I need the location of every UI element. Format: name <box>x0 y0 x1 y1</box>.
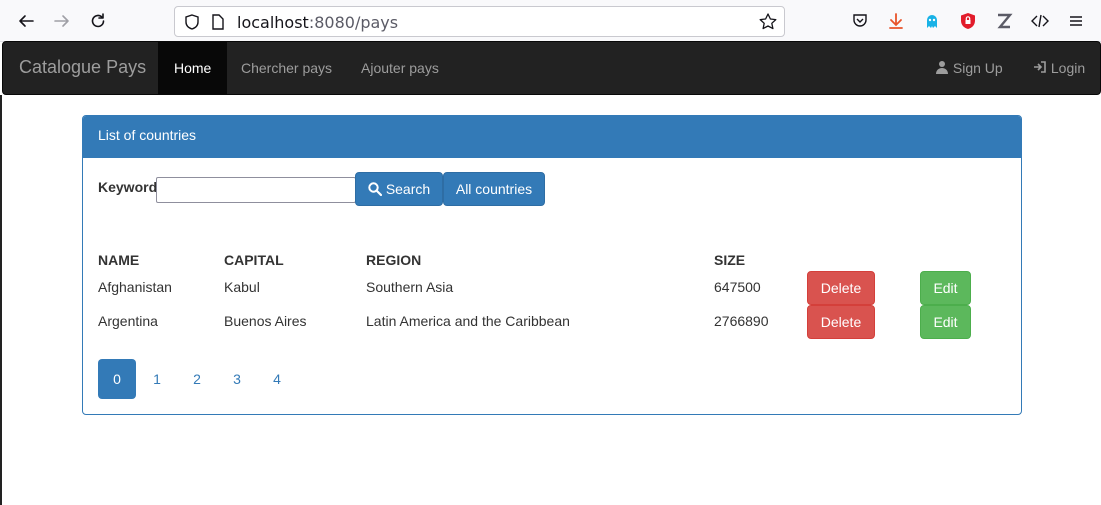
bookmark-star-icon[interactable] <box>758 12 778 35</box>
page-link-1[interactable]: 1 <box>138 359 176 399</box>
browser-toolbar: localhost:8080/pays <box>0 0 1101 42</box>
countries-panel: List of countries Keyword Search All cou… <box>82 115 1022 415</box>
devtools-icon[interactable] <box>1029 10 1051 32</box>
page-icon <box>210 13 226 34</box>
cell-size: 647500 <box>714 279 761 295</box>
user-icon <box>936 61 948 74</box>
signup-link[interactable]: Sign Up <box>935 42 1003 94</box>
reload-icon[interactable] <box>86 9 110 33</box>
page-link-2[interactable]: 2 <box>178 359 216 399</box>
column-header-region: REGION <box>366 252 422 268</box>
delete-button[interactable]: Delete <box>807 305 875 339</box>
forward-icon[interactable] <box>50 9 74 33</box>
ublock-shield-icon[interactable] <box>957 10 979 32</box>
delete-button-label: Delete <box>820 314 862 330</box>
cell-region: Latin America and the Caribbean <box>366 313 570 329</box>
all-countries-button[interactable]: All countries <box>443 172 545 206</box>
login-label: Login <box>1050 60 1086 76</box>
back-icon[interactable] <box>14 9 38 33</box>
pagination: 0 1 2 3 4 <box>98 359 298 399</box>
column-header-capital: CAPITAL <box>224 252 284 268</box>
nav-chercher-pays[interactable]: Chercher pays <box>226 42 347 94</box>
cell-name: Afghanistan <box>98 279 172 295</box>
edit-button[interactable]: Edit <box>920 271 971 305</box>
navbar-brand[interactable]: Catalogue Pays <box>19 57 146 78</box>
login-icon <box>1034 61 1046 73</box>
keyword-input[interactable] <box>156 177 356 203</box>
delete-button[interactable]: Delete <box>807 271 875 305</box>
delete-button-label: Delete <box>820 280 862 296</box>
nav-home[interactable]: Home <box>158 42 228 94</box>
cell-capital: Kabul <box>224 279 260 295</box>
url-text: localhost:8080/pays <box>237 13 398 32</box>
page-link-3[interactable]: 3 <box>218 359 256 399</box>
column-header-size: SIZE <box>714 252 746 268</box>
edit-button[interactable]: Edit <box>920 305 971 339</box>
page-link-4[interactable]: 4 <box>258 359 296 399</box>
cell-size: 2766890 <box>714 313 769 329</box>
cell-name: Argentina <box>98 313 158 329</box>
z-extension-icon[interactable] <box>993 10 1015 32</box>
download-icon[interactable] <box>885 10 907 32</box>
search-button-label: Search <box>385 181 431 197</box>
edit-button-label: Edit <box>933 314 958 330</box>
keyword-label: Keyword <box>98 179 158 195</box>
all-countries-label: All countries <box>455 181 533 197</box>
search-button[interactable]: Search <box>355 172 443 206</box>
panel-heading: List of countries <box>83 116 1021 158</box>
column-header-name: NAME <box>98 252 140 268</box>
url-host: localhost <box>237 13 309 32</box>
pocket-icon[interactable] <box>849 10 871 32</box>
cell-capital: Buenos Aires <box>224 313 307 329</box>
app-navbar: Catalogue Pays Home Chercher pays Ajoute… <box>2 41 1101 95</box>
nav-ajouter-pays[interactable]: Ajouter pays <box>346 42 454 94</box>
search-icon <box>368 182 382 196</box>
page-link-0[interactable]: 0 <box>98 359 136 399</box>
window-edge <box>0 95 2 505</box>
edit-button-label: Edit <box>933 280 958 296</box>
cell-region: Southern Asia <box>366 279 454 295</box>
shield-icon[interactable] <box>183 13 201 34</box>
login-link[interactable]: Login <box>1033 42 1085 94</box>
signup-label: Sign Up <box>952 60 1003 76</box>
menu-hamburger-icon[interactable] <box>1065 10 1087 32</box>
url-path: :8080/pays <box>308 13 399 32</box>
ghost-extension-icon[interactable] <box>921 10 943 32</box>
url-bar[interactable]: localhost:8080/pays <box>174 6 785 37</box>
